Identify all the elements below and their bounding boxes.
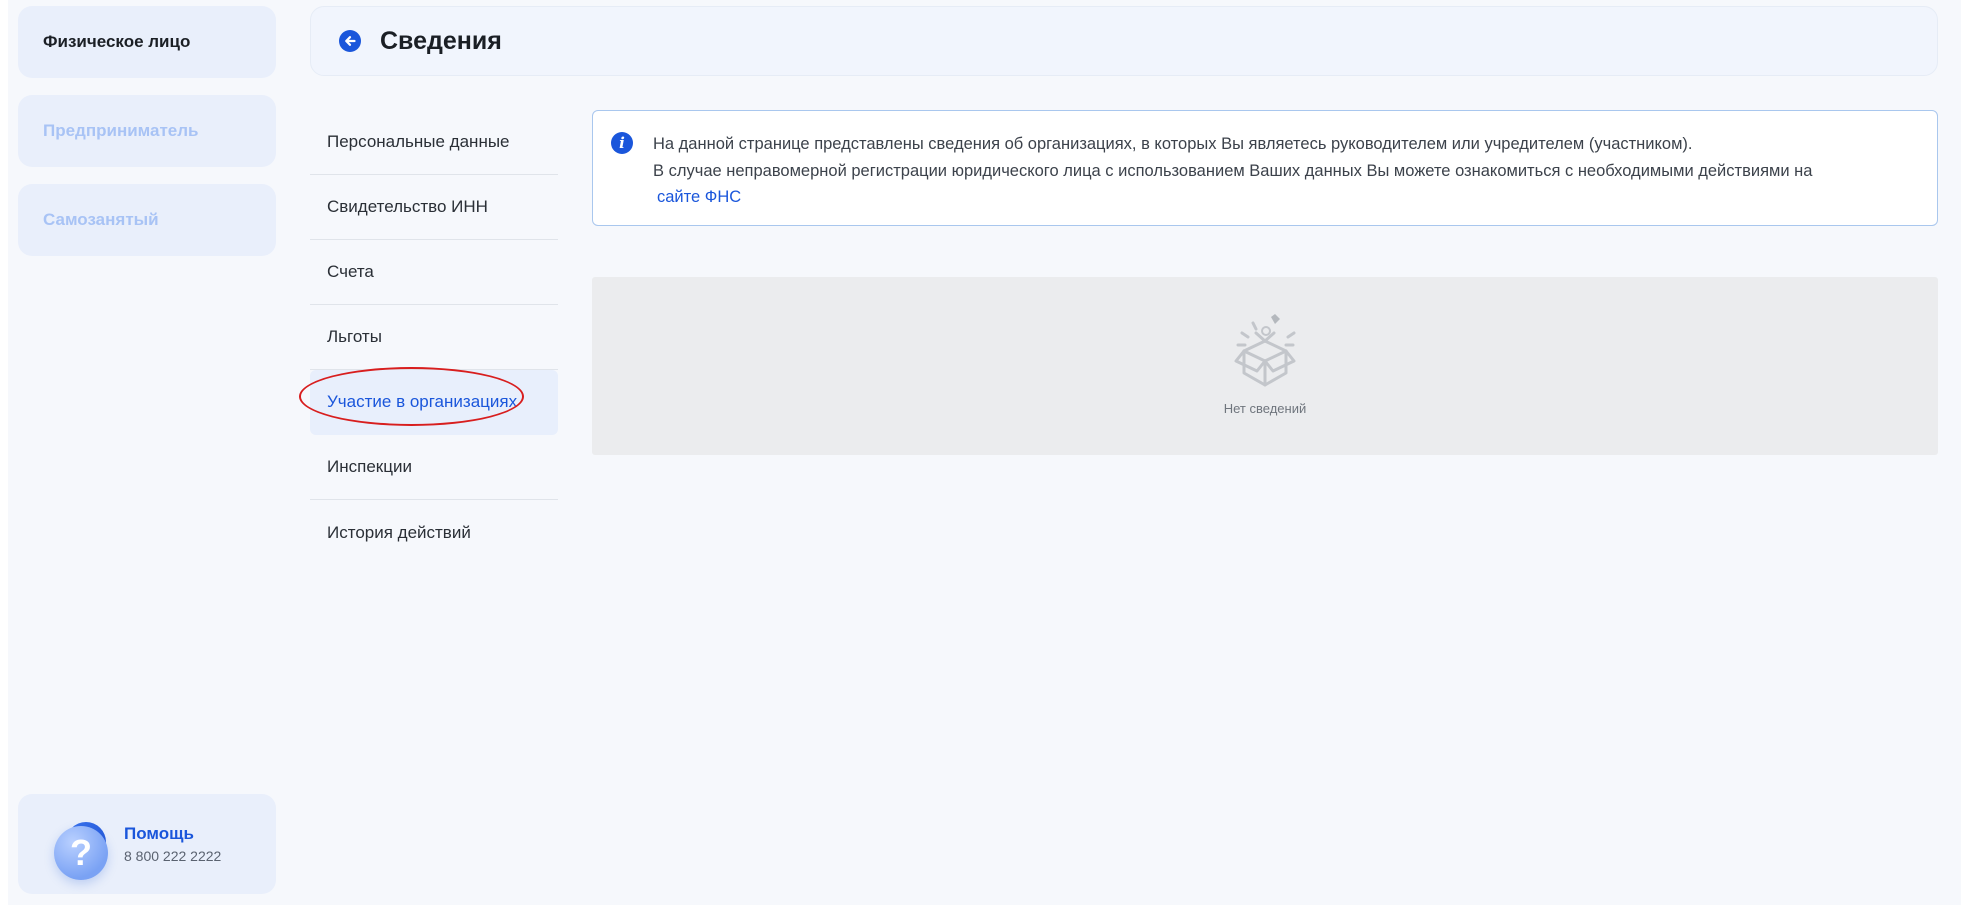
submenu-item-benefits[interactable]: Льготы <box>310 305 558 370</box>
info-notice: i На данной странице представлены сведен… <box>592 110 1938 226</box>
submenu-item-inn-certificate[interactable]: Свидетельство ИНН <box>310 175 558 240</box>
help-phone: 8 800 222 2222 <box>124 848 222 864</box>
info-icon: i <box>611 132 633 154</box>
submenu-item-personal-data[interactable]: Персональные данные <box>310 110 558 175</box>
help-title: Помощь <box>124 824 194 843</box>
submenu-item-action-history[interactable]: История действий <box>310 500 558 565</box>
page-edge <box>0 0 8 905</box>
submenu-item-accounts[interactable]: Счета <box>310 240 558 305</box>
submenu-item-organizations[interactable]: Участие в организациях <box>310 370 558 435</box>
role-individual[interactable]: Физическое лицо <box>18 6 276 78</box>
role-entrepreneur[interactable]: Предприниматель <box>18 95 276 167</box>
empty-box-icon <box>1234 314 1296 387</box>
help-question-icon: ? <box>36 804 116 884</box>
submenu-item-inspections[interactable]: Инспекции <box>310 435 558 500</box>
fns-site-link[interactable]: сайте ФНС <box>657 188 741 206</box>
empty-state-panel: Нет сведений <box>592 277 1938 455</box>
empty-state-text: Нет сведений <box>1223 401 1307 416</box>
info-line-2: В случае неправомерной регистрации юриди… <box>653 161 1813 180</box>
page-title: Сведения <box>380 26 502 55</box>
help-card[interactable]: ? Помощь 8 800 222 2222 <box>18 794 276 894</box>
info-line-1: На данной странице представлены сведения… <box>653 135 1693 153</box>
page-header: Сведения <box>310 6 1938 76</box>
role-self-employed[interactable]: Самозанятый <box>18 184 276 256</box>
back-arrow-icon[interactable] <box>339 30 361 52</box>
details-submenu: Персональные данные Свидетельство ИНН Сч… <box>310 110 558 565</box>
